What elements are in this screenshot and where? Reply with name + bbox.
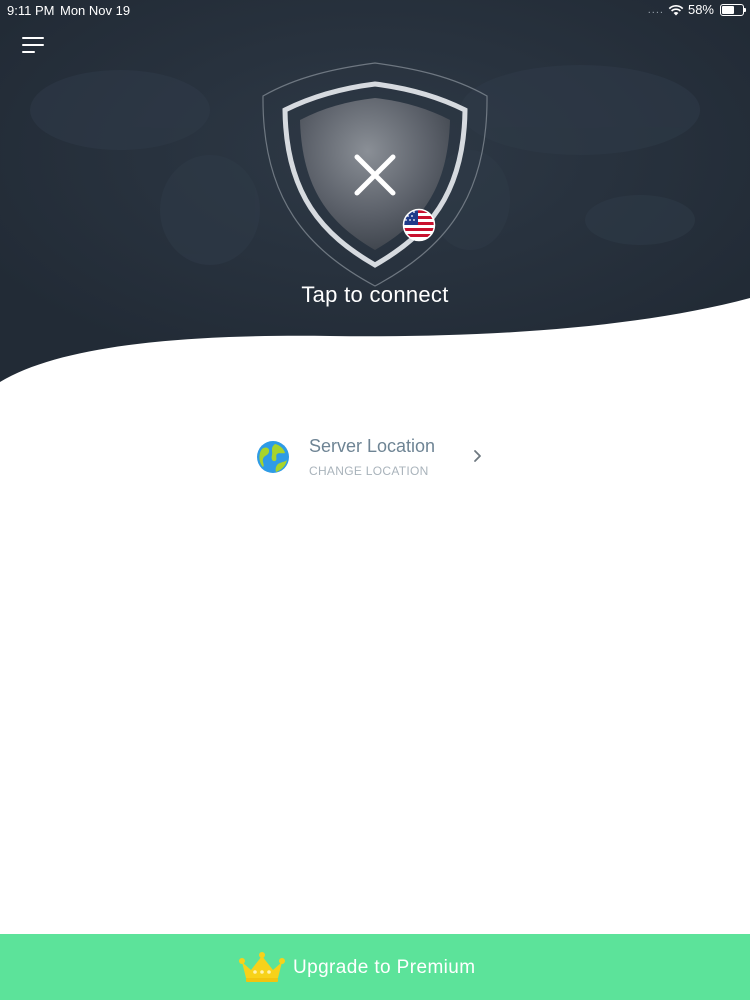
- battery-percent: 58%: [687, 2, 714, 17]
- connect-button[interactable]: [262, 60, 490, 290]
- globe-icon: [257, 441, 289, 473]
- tap-to-connect-label[interactable]: Tap to connect: [0, 282, 750, 308]
- wifi-icon: [668, 4, 684, 15]
- us-flag-icon: [402, 208, 436, 242]
- chevron-right-icon: [474, 450, 481, 462]
- menu-button[interactable]: [22, 35, 48, 55]
- signal-dots: ....: [647, 3, 664, 16]
- change-location-label: CHANGE LOCATION: [309, 464, 429, 478]
- status-bar: 9:11 PM Mon Nov 19 .... 58%: [0, 0, 750, 22]
- battery-icon: [720, 3, 746, 16]
- battery-level: [722, 5, 734, 14]
- status-time: 9:11 PM: [7, 3, 55, 18]
- crown-icon: [239, 952, 285, 982]
- status-right: .... 58%: [647, 2, 746, 17]
- status-date: Mon Nov 19: [60, 3, 131, 18]
- upgrade-label: Upgrade to Premium: [293, 957, 476, 978]
- server-location-button[interactable]: Server Location CHANGE LOCATION: [256, 432, 496, 484]
- upgrade-to-premium-button[interactable]: Upgrade to Premium: [0, 934, 750, 1000]
- server-location-title: Server Location: [309, 436, 436, 456]
- close-icon: [354, 154, 396, 196]
